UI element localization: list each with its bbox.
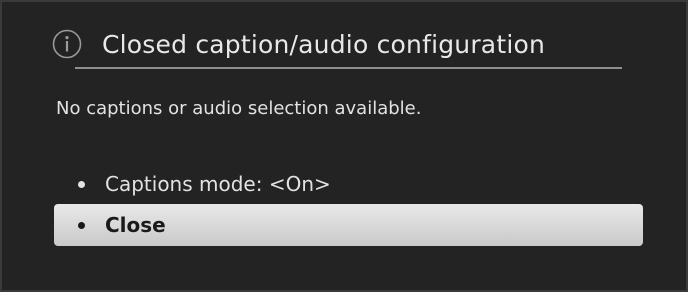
caption-audio-dialog: Closed caption/audio configuration No ca… xyxy=(0,0,688,292)
bullet-icon xyxy=(78,221,85,229)
bullet-icon xyxy=(78,180,85,188)
dialog-title: Closed caption/audio configuration xyxy=(102,29,546,59)
close-option[interactable]: Close xyxy=(54,204,643,246)
title-divider xyxy=(75,67,622,69)
captions-mode-option[interactable]: Captions mode: <On> xyxy=(54,168,643,200)
info-icon xyxy=(52,29,82,59)
dialog-header: Closed caption/audio configuration xyxy=(52,24,545,64)
menu-item-label: Close xyxy=(105,213,166,237)
menu-item-label: Captions mode: <On> xyxy=(105,172,331,196)
dialog-message: No captions or audio selection available… xyxy=(56,98,422,119)
options-menu: Captions mode: <On> Close xyxy=(54,168,643,246)
